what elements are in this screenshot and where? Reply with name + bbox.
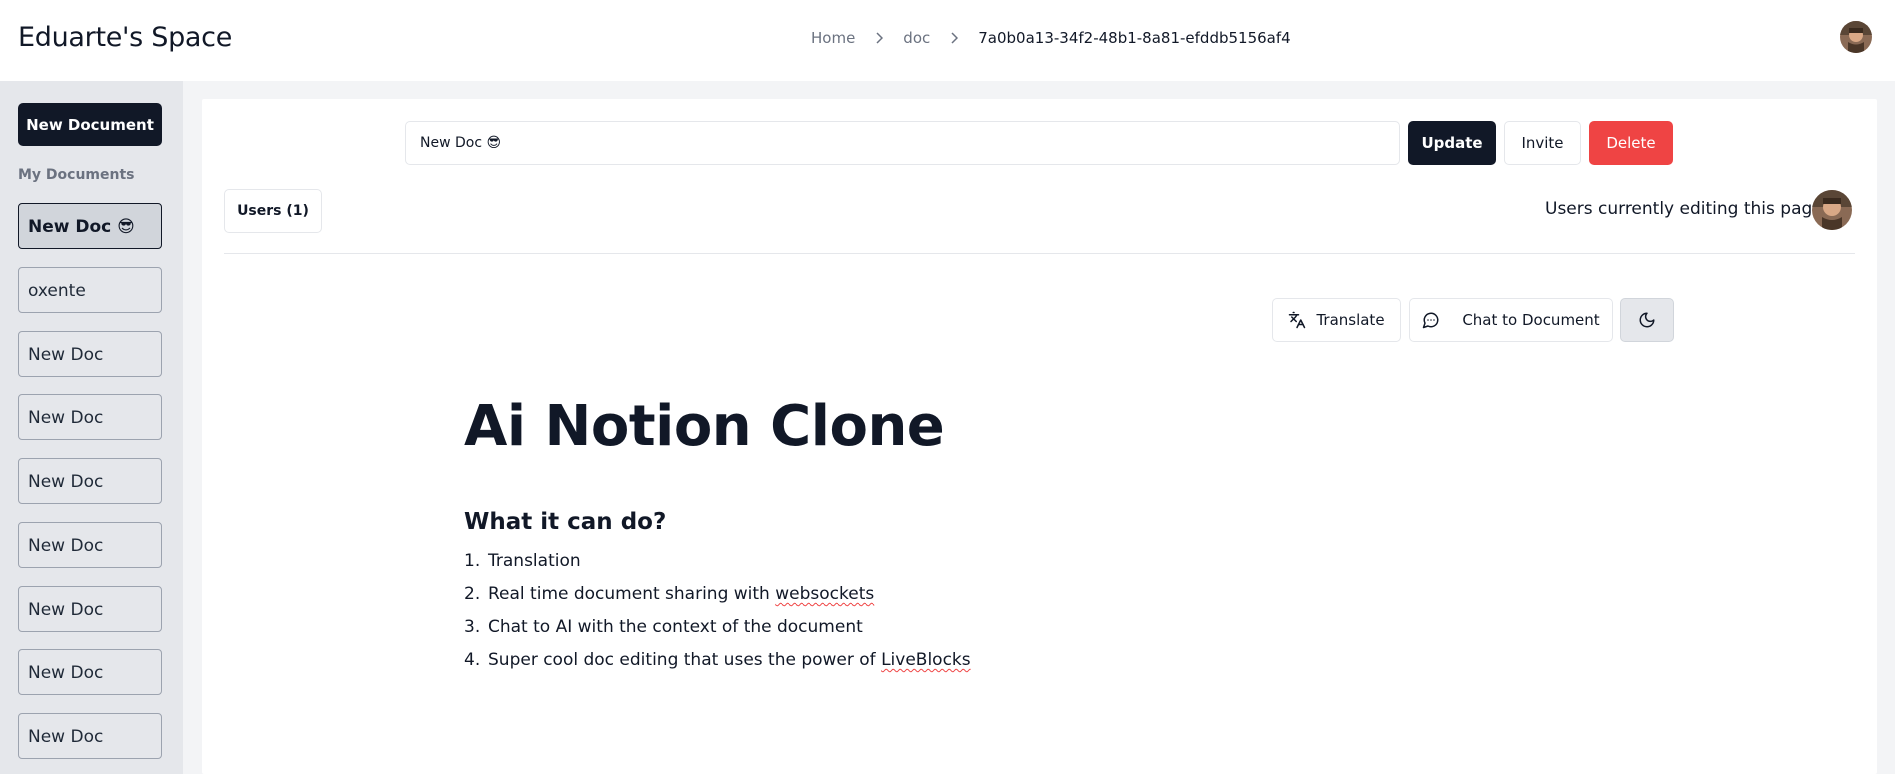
spellcheck-flagged-word: websockets <box>775 584 875 604</box>
sidebar: New Document My Documents New Doc 😎 oxen… <box>0 81 183 774</box>
document-subheading[interactable]: What it can do? <box>464 509 666 535</box>
theme-toggle-button[interactable] <box>1620 298 1674 342</box>
new-document-button[interactable]: New Document <box>18 103 162 146</box>
list-item[interactable]: 1. Translation <box>464 551 971 584</box>
translate-icon <box>1288 311 1306 329</box>
document-title-input[interactable]: New Doc 😎 <box>405 121 1400 165</box>
translate-label: Translate <box>1316 311 1385 329</box>
chat-to-document-button[interactable]: Chat to Document <box>1409 298 1613 342</box>
breadcrumb-doc[interactable]: doc <box>903 29 930 47</box>
chat-label: Chat to Document <box>1462 311 1600 329</box>
translate-button[interactable]: Translate <box>1272 298 1401 342</box>
invite-button[interactable]: Invite <box>1504 121 1581 165</box>
chevron-right-icon <box>875 32 884 44</box>
sidebar-doc-item-active[interactable]: New Doc 😎 <box>18 203 162 249</box>
spellcheck-flagged-word: LiveBlocks <box>881 650 971 670</box>
divider <box>224 253 1855 254</box>
my-documents-label: My Documents <box>18 167 135 183</box>
moon-icon <box>1638 311 1656 329</box>
workspace-title: Eduarte's Space <box>18 22 233 53</box>
message-circle-icon <box>1422 311 1440 329</box>
sidebar-doc-item[interactable]: New Doc <box>18 458 162 504</box>
document-heading[interactable]: Ai Notion Clone <box>464 394 945 459</box>
breadcrumb-home[interactable]: Home <box>811 29 855 47</box>
editing-user-avatar[interactable] <box>1812 190 1852 230</box>
document-feature-list: 1. Translation 2. Real time document sha… <box>464 551 971 683</box>
sidebar-doc-item[interactable]: New Doc <box>18 713 162 759</box>
users-button[interactable]: Users (1) <box>224 189 322 233</box>
sidebar-doc-item[interactable]: New Doc <box>18 394 162 440</box>
sidebar-doc-item[interactable]: New Doc <box>18 649 162 695</box>
breadcrumb: Home doc 7a0b0a13-34f2-48b1-8a81-efddb51… <box>811 29 1291 47</box>
top-header: Eduarte's Space Home doc 7a0b0a13-34f2-4… <box>0 0 1895 81</box>
chevron-right-icon <box>950 32 959 44</box>
sidebar-doc-item[interactable]: oxente <box>18 267 162 313</box>
breadcrumb-current-id: 7a0b0a13-34f2-48b1-8a81-efddb5156af4 <box>978 29 1291 47</box>
user-avatar[interactable] <box>1840 21 1872 53</box>
list-item[interactable]: 2. Real time document sharing with webso… <box>464 584 971 617</box>
list-item[interactable]: 4. Super cool doc editing that uses the … <box>464 650 971 683</box>
editing-users-label: Users currently editing this page <box>1545 199 1823 219</box>
sidebar-doc-item[interactable]: New Doc <box>18 586 162 632</box>
sidebar-doc-item[interactable]: New Doc <box>18 331 162 377</box>
update-button[interactable]: Update <box>1408 121 1496 165</box>
list-item[interactable]: 3. Chat to AI with the context of the do… <box>464 617 971 650</box>
main-panel: New Doc 😎 Update Invite Delete Users (1)… <box>202 99 1877 774</box>
sidebar-doc-item[interactable]: New Doc <box>18 522 162 568</box>
delete-button[interactable]: Delete <box>1589 121 1673 165</box>
